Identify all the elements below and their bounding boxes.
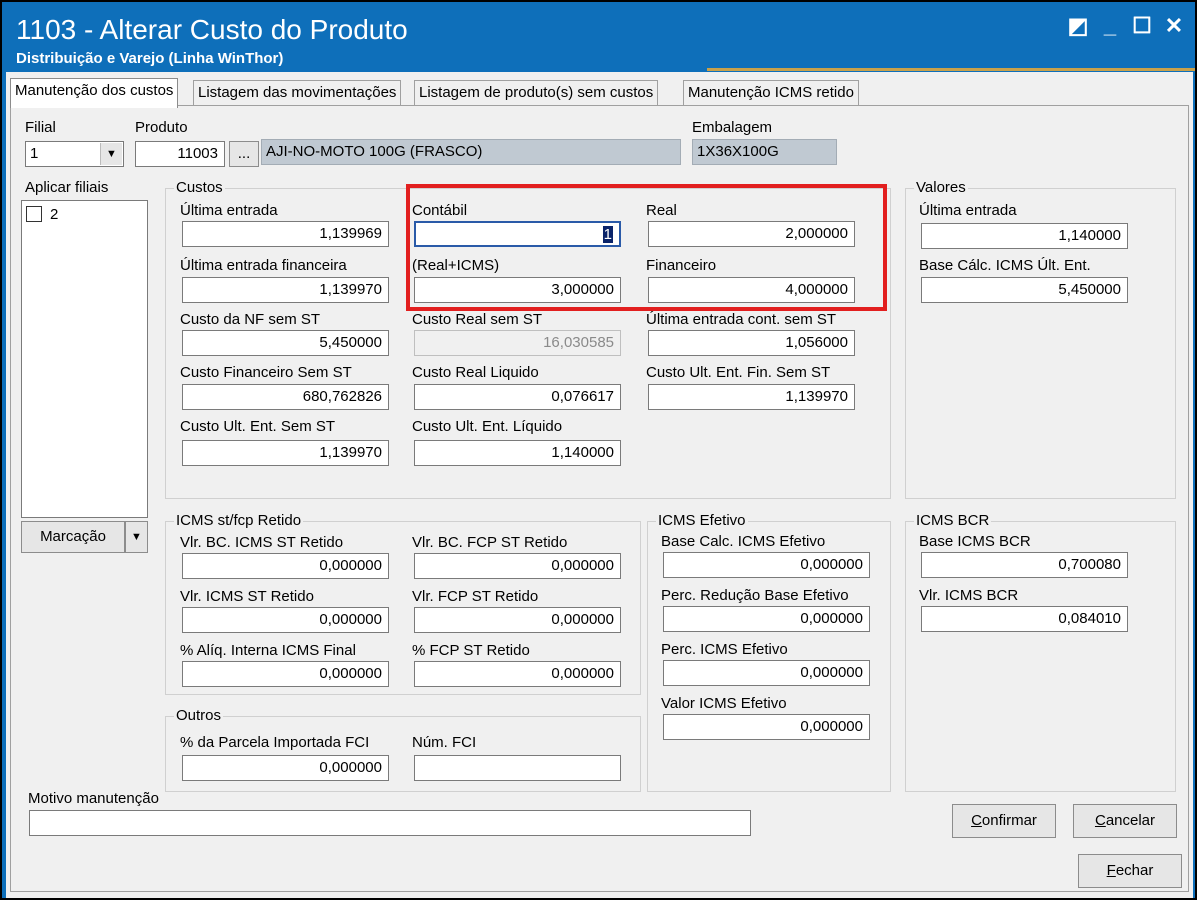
- icms-bcr-group-title: ICMS BCR: [914, 512, 992, 529]
- num-fci-field[interactable]: [414, 755, 621, 781]
- produto-label: Produto: [135, 119, 188, 136]
- parcela-label: % da Parcela Importada FCI: [180, 734, 370, 751]
- chevron-down-icon: ▼: [131, 531, 142, 543]
- custo-ult-ent-sem-st-field[interactable]: 1,139970: [182, 440, 389, 466]
- vlr-bcr-label: Vlr. ICMS BCR: [919, 587, 1019, 604]
- ultima-entrada-label: Última entrada: [180, 202, 278, 219]
- confirmar-button[interactable]: Confirmar: [952, 804, 1056, 838]
- valor-efetivo-field[interactable]: 0,000000: [663, 714, 870, 740]
- filiais-listbox[interactable]: 2: [21, 200, 148, 518]
- tab-manutencao-icms-retido[interactable]: Manutenção ICMS retido: [683, 80, 859, 106]
- custos-group-title: Custos: [174, 179, 225, 196]
- minimize-button[interactable]: _: [1096, 12, 1124, 40]
- icms-efetivo-group-title: ICMS Efetivo: [656, 512, 748, 529]
- produto-code-input[interactable]: 11003: [135, 141, 225, 167]
- custo-real-sem-st-label: Custo Real sem ST: [412, 311, 543, 328]
- marcacao-button[interactable]: Marcação: [21, 521, 125, 553]
- highlight-box: [406, 184, 887, 311]
- filial-2-label: 2: [50, 206, 59, 223]
- ultima-entrada-fin-label: Última entrada financeira: [180, 257, 347, 274]
- maximize-button[interactable]: ☐: [1128, 12, 1156, 40]
- vlr-bcr-field[interactable]: 0,084010: [921, 606, 1128, 632]
- window-title: 1103 - Alterar Custo do Produto: [16, 14, 408, 45]
- app-window: 1103 - Alterar Custo do Produto Distribu…: [0, 0, 1197, 900]
- ultima-entrada-fin-field[interactable]: 1,139970: [182, 277, 389, 303]
- vlr-bc-fcp-label: Vlr. BC. FCP ST Retido: [412, 534, 568, 551]
- vlr-fcp-label: Vlr. FCP ST Retido: [412, 588, 539, 605]
- custo-fin-sem-st-field[interactable]: 680,762826: [182, 384, 389, 410]
- close-button[interactable]: ✕: [1160, 12, 1188, 40]
- valores-group-title: Valores: [914, 179, 968, 196]
- vlr-icms-field[interactable]: 0,000000: [182, 607, 389, 633]
- fcp-pct-label: % FCP ST Retido: [412, 642, 530, 659]
- perc-red-label: Perc. Redução Base Efetivo: [661, 587, 849, 604]
- aliq-label: % Alíq. Interna ICMS Final: [180, 642, 356, 659]
- cancelar-button[interactable]: Cancelar: [1073, 804, 1177, 838]
- outros-group-title: Outros: [174, 707, 224, 724]
- title-accent-line: [707, 68, 1195, 71]
- num-fci-label: Núm. FCI: [412, 734, 477, 751]
- fcp-pct-field[interactable]: 0,000000: [414, 661, 621, 687]
- ult-ent-cont-sem-st-field[interactable]: 1,056000: [648, 330, 855, 356]
- aplicar-filiais-label: Aplicar filiais: [25, 179, 109, 196]
- parcela-field[interactable]: 0,000000: [182, 755, 389, 781]
- marcacao-dropdown-button[interactable]: ▼: [125, 521, 148, 553]
- base-bcr-field[interactable]: 0,700080: [921, 552, 1128, 578]
- vlr-bc-fcp-field[interactable]: 0,000000: [414, 553, 621, 579]
- custo-ult-ent-liquido-label: Custo Ult. Ent. Líquido: [412, 418, 563, 435]
- base-bcr-label: Base ICMS BCR: [919, 533, 1031, 550]
- motivo-input[interactable]: [29, 810, 751, 836]
- base-calc-label: Base Cálc. ICMS Últ. Ent.: [919, 257, 1091, 274]
- custo-real-liquido-field[interactable]: 0,076617: [414, 384, 621, 410]
- tab-listagem-movimentacoes[interactable]: Listagem das movimentações: [193, 80, 402, 106]
- filial-value: 1: [30, 145, 39, 162]
- restore-icon[interactable]: ◩: [1064, 12, 1092, 40]
- filial-label: Filial: [25, 119, 56, 136]
- filial-select[interactable]: 1 ▼: [25, 141, 124, 167]
- filial-2-checkbox[interactable]: [26, 206, 42, 222]
- icms-st-group-title: ICMS st/fcp Retido: [174, 512, 304, 529]
- custo-nf-sem-st-label: Custo da NF sem ST: [180, 311, 321, 328]
- produto-desc-field: AJI-NO-MOTO 100G (FRASCO): [261, 139, 681, 165]
- vlr-fcp-field[interactable]: 0,000000: [414, 607, 621, 633]
- custo-nf-sem-st-field[interactable]: 5,450000: [182, 330, 389, 356]
- valores-ultima-entrada-label: Última entrada: [919, 202, 1017, 219]
- title-bar[interactable]: 1103 - Alterar Custo do Produto Distribu…: [2, 2, 1195, 71]
- vlr-bc-icms-label: Vlr. BC. ICMS ST Retido: [180, 534, 344, 551]
- perc-red-field[interactable]: 0,000000: [663, 606, 870, 632]
- ult-ent-cont-sem-st-label: Última entrada cont. sem ST: [646, 311, 837, 328]
- tab-listagem-produtos-sem-custos[interactable]: Listagem de produto(s) sem custos: [414, 80, 659, 106]
- embalagem-label: Embalagem: [692, 119, 773, 136]
- window-subtitle: Distribuição e Varejo (Linha WinThor): [16, 50, 284, 67]
- embalagem-field: 1X36X100G: [692, 139, 837, 165]
- vlr-bc-icms-field[interactable]: 0,000000: [182, 553, 389, 579]
- custo-real-sem-st-field: 16,030585: [414, 330, 621, 356]
- perc-icms-label: Perc. ICMS Efetivo: [661, 641, 788, 658]
- aliq-field[interactable]: 0,000000: [182, 661, 389, 687]
- tab-manutencao-custos[interactable]: Manutenção dos custos: [10, 78, 179, 108]
- base-calc-field[interactable]: 5,450000: [921, 277, 1128, 303]
- produto-lookup-button[interactable]: ...: [229, 141, 259, 167]
- base-efetivo-field[interactable]: 0,000000: [663, 552, 870, 578]
- motivo-label: Motivo manutenção: [28, 790, 159, 807]
- valor-efetivo-label: Valor ICMS Efetivo: [661, 695, 787, 712]
- custo-ult-ent-liquido-field[interactable]: 1,140000: [414, 440, 621, 466]
- vlr-icms-label: Vlr. ICMS ST Retido: [180, 588, 314, 605]
- perc-icms-field[interactable]: 0,000000: [663, 660, 870, 686]
- base-efetivo-label: Base Calc. ICMS Efetivo: [661, 533, 826, 550]
- valores-ultima-entrada-field[interactable]: 1,140000: [921, 223, 1128, 249]
- fechar-button[interactable]: Fechar: [1078, 854, 1182, 888]
- chevron-down-icon[interactable]: ▼: [100, 143, 122, 165]
- custo-real-liquido-label: Custo Real Liquido: [412, 364, 539, 381]
- ultima-entrada-field[interactable]: 1,139969: [182, 221, 389, 247]
- custo-fin-sem-st-label: Custo Financeiro Sem ST: [180, 364, 352, 381]
- custo-ult-ent-fin-sem-st-label: Custo Ult. Ent. Fin. Sem ST: [646, 364, 831, 381]
- custo-ult-ent-sem-st-label: Custo Ult. Ent. Sem ST: [180, 418, 336, 435]
- custo-ult-ent-fin-sem-st-field[interactable]: 1,139970: [648, 384, 855, 410]
